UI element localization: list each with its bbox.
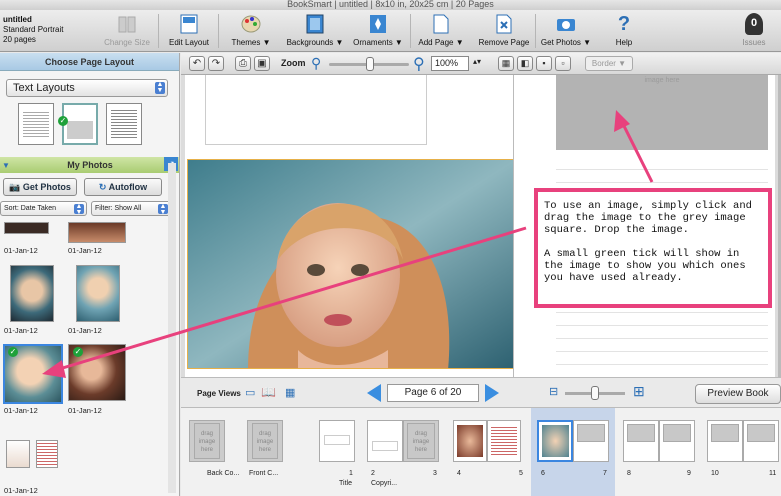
page-number: 10: [711, 470, 719, 477]
page-number: 7: [603, 470, 607, 477]
page-number: 8: [627, 470, 631, 477]
page-label: Title: [339, 480, 352, 487]
page-thumb-2[interactable]: [367, 420, 403, 462]
placeholder: drag image here: [194, 423, 220, 459]
text-box: [372, 441, 398, 451]
page-number: 11: [769, 470, 777, 477]
page-thumb-11[interactable]: [743, 420, 779, 462]
page-thumb-7[interactable]: [573, 420, 609, 462]
placeholder: [663, 424, 691, 442]
page-indicator[interactable]: Page 6 of 20: [387, 384, 479, 402]
page-thumb-6[interactable]: [537, 420, 573, 462]
placeholder: [711, 424, 739, 442]
page-views-label: Page Views: [197, 389, 241, 398]
page-indicator-text: Page 6 of 20: [404, 387, 462, 398]
single-page-icon[interactable]: ▭: [245, 386, 255, 399]
preview-book-button[interactable]: Preview Book: [695, 384, 781, 404]
next-page-icon[interactable]: [485, 384, 499, 402]
page-thumb-9[interactable]: [659, 420, 695, 462]
page-label: Front C...: [249, 470, 279, 477]
shrink-icon[interactable]: ⊟: [549, 385, 558, 398]
page-photo: [457, 425, 483, 457]
page-number: 9: [687, 470, 691, 477]
page-number: 4: [457, 470, 461, 477]
page-thumb-4[interactable]: [453, 420, 487, 462]
page-filmstrip: drag image here drag image here Back Co.…: [181, 407, 781, 496]
selected-spread[interactable]: 6 7: [531, 408, 615, 496]
slider-thumb[interactable]: [591, 386, 599, 400]
page-photo: [542, 425, 569, 457]
page-thumb-5[interactable]: [487, 420, 521, 462]
page-thumb-back-cover[interactable]: drag image here: [189, 420, 225, 462]
instruction-callout: To use an image, simply click and drag t…: [534, 188, 772, 308]
callout-text-2: A small green tick will show in the imag…: [544, 248, 746, 284]
page-number: 3: [433, 470, 437, 477]
page-thumb-1[interactable]: [319, 420, 355, 462]
page-label: Back Co...: [207, 470, 240, 477]
page-number: 5: [519, 470, 523, 477]
page-thumb-10[interactable]: [707, 420, 743, 462]
page-thumb-8[interactable]: [623, 420, 659, 462]
previous-page-icon[interactable]: [367, 384, 381, 402]
page-number: 2: [371, 470, 375, 477]
page-number: 6: [541, 470, 545, 477]
preview-book-label: Preview Book: [707, 388, 769, 399]
placeholder: drag image here: [407, 423, 435, 459]
page-label: Copyri...: [371, 480, 398, 487]
placeholder: [747, 424, 775, 442]
placeholder: [627, 424, 655, 442]
text-box: [324, 435, 350, 445]
enlarge-icon[interactable]: ⊞: [633, 383, 645, 400]
page-thumb-front-cover[interactable]: drag image here: [247, 420, 283, 462]
page-text: [491, 425, 517, 457]
page-views-bar: Page Views ▭ 📖 ▦ Page 6 of 20 ⊟ ⊞ Previe…: [181, 377, 781, 407]
callout-text-1: To use an image, simply click and drag t…: [544, 200, 752, 236]
placeholder: [577, 424, 605, 442]
placeholder: drag image here: [252, 423, 278, 459]
spread-view-icon[interactable]: 📖: [261, 385, 276, 399]
page-number: 1: [349, 470, 353, 477]
grid-view-icon[interactable]: ▦: [285, 386, 295, 399]
page-thumb-3[interactable]: drag image here: [403, 420, 439, 462]
